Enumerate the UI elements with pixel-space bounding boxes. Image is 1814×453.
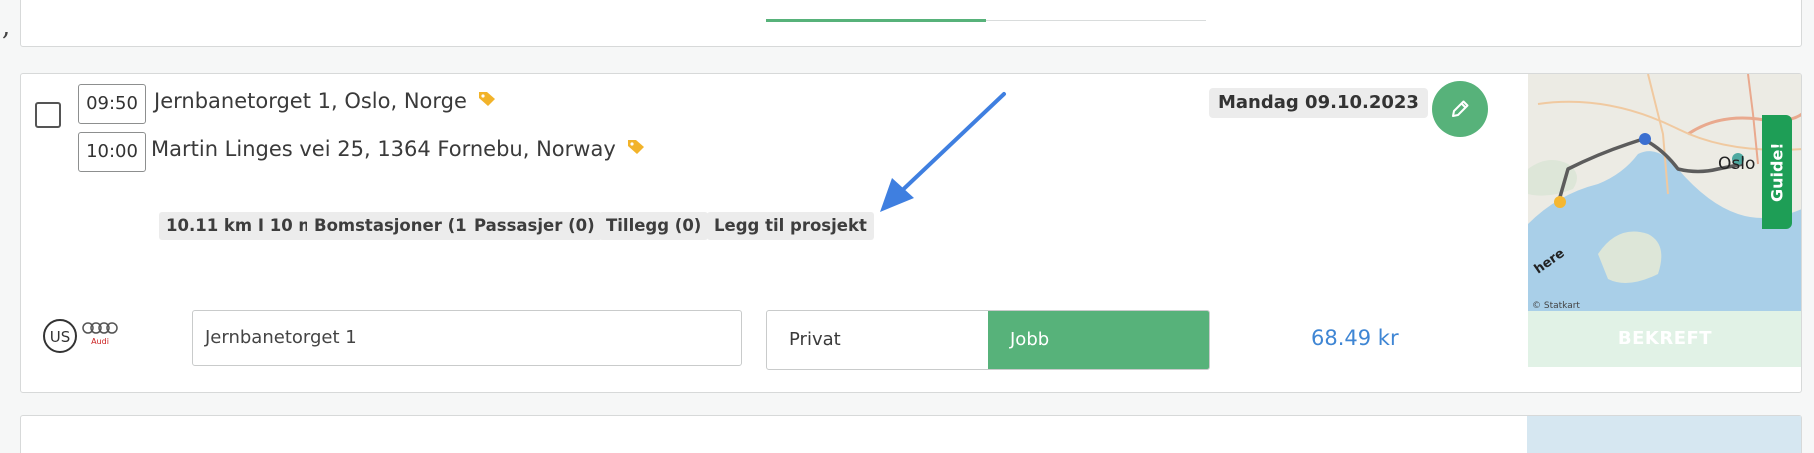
map-city-label: Oslo (1718, 154, 1755, 174)
trip-type-toggle: Privat Jobb (766, 310, 1210, 370)
location-input[interactable]: Jernbanetorget 1 (192, 310, 742, 366)
pencil-icon (1452, 100, 1469, 117)
tolls-chip[interactable]: Bomstasjoner (1) (307, 212, 482, 240)
end-time-box[interactable]: 10:00 (78, 132, 146, 172)
private-option[interactable]: Privat (767, 311, 988, 369)
tag-icon[interactable] (626, 137, 646, 161)
tag-icon[interactable] (477, 89, 497, 113)
next-trip-card (20, 415, 1802, 453)
work-option[interactable]: Jobb (988, 311, 1209, 369)
vehicle-brand-text: Audi (91, 337, 109, 346)
next-trip-map[interactable] (1527, 416, 1801, 453)
end-address-text: Martin Linges vei 25, 1364 Fornebu, Norw… (151, 137, 616, 161)
previous-trip-toggle-edge (766, 11, 1206, 22)
extras-chip[interactable]: Tillegg (0) (599, 212, 709, 240)
previous-trip-card (20, 0, 1802, 47)
trip-date-badge: Mandag 09.10.2023 (1209, 88, 1428, 118)
vehicle-logo-text: US (50, 328, 71, 346)
trip-select-checkbox[interactable] (35, 102, 61, 128)
start-time-box[interactable]: 09:50 (78, 84, 146, 124)
stray-mark: , (2, 12, 11, 42)
vehicle-logo: US Audi (41, 314, 129, 358)
start-address-text: Jernbanetorget 1, Oslo, Norge (154, 89, 467, 113)
route-map[interactable]: here Oslo © Statkart (1528, 74, 1801, 311)
previous-trip-toggle-active (766, 19, 986, 22)
confirm-button[interactable]: BEKREFT (1528, 311, 1801, 367)
trip-price: 68.49 kr (1311, 326, 1399, 350)
start-address: Jernbanetorget 1, Oslo, Norge (154, 89, 497, 113)
passengers-chip[interactable]: Passasjer (0) (467, 212, 602, 240)
edit-button[interactable] (1432, 81, 1488, 137)
guide-tab[interactable]: Guide! (1762, 115, 1792, 229)
annotation-arrow (880, 92, 1006, 212)
map-attribution: © Statkart (1532, 301, 1580, 311)
add-project-chip[interactable]: Legg til prosjekt (707, 212, 874, 240)
trip-list: , 09:50 Jernbanetorget 1, Oslo, Norge 10… (0, 0, 1814, 453)
end-address: Martin Linges vei 25, 1364 Fornebu, Norw… (151, 137, 646, 161)
